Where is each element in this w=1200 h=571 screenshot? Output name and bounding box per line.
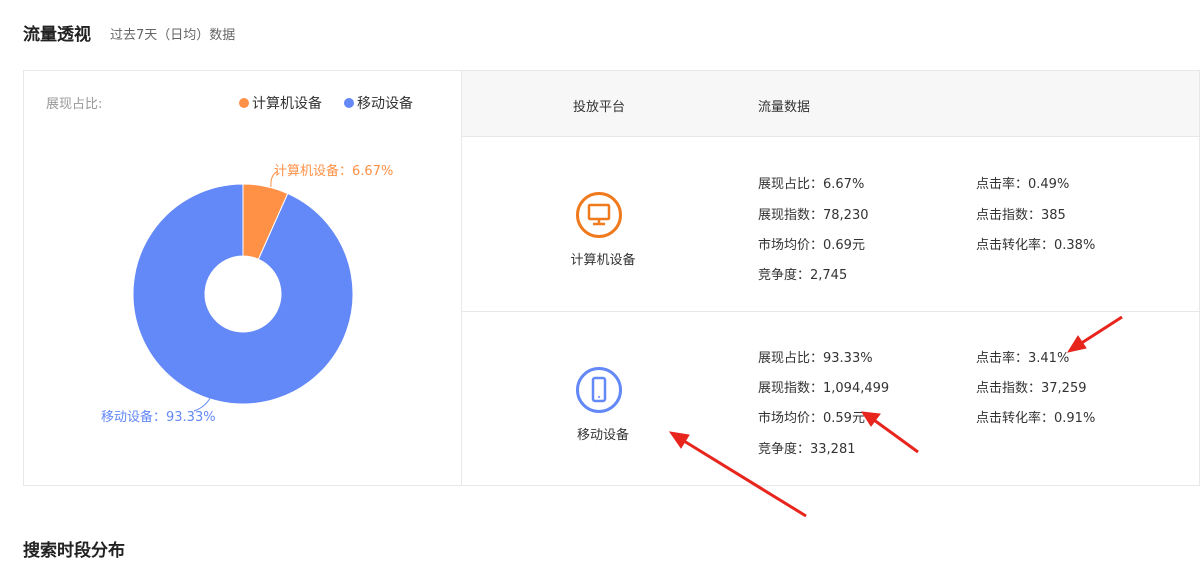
platform-name: 移动设备: [576, 428, 629, 443]
page-title: 流量透视: [23, 25, 91, 45]
monitor-icon: [576, 192, 622, 238]
metric: 点击指数：37,259: [976, 381, 1087, 396]
table-row: 计算机设备 展现占比：6.67% 展现指数：78,230 市场均价：0.69元 …: [462, 137, 1199, 312]
pie-label-mobile: 移动设备：93.33%: [101, 409, 216, 425]
table-row: 移动设备 展现占比：93.33% 展现指数：1,094,499 市场均价：0.5…: [462, 312, 1199, 486]
metric: 竞争度：2,745: [758, 268, 848, 283]
platform-name: 计算机设备: [570, 253, 636, 268]
table-header: 投放平台 流量数据: [462, 71, 1199, 137]
pie-slice-mobile[interactable]: [132, 183, 354, 405]
metric: 市场均价：0.59元: [758, 411, 865, 426]
metric: 点击指数：385: [976, 208, 1066, 223]
metric: 展现占比：6.67%: [758, 177, 865, 192]
page-subtitle: 过去7天（日均）数据: [110, 28, 236, 43]
metric: 点击率：0.49%: [976, 177, 1070, 192]
header-platform: 投放平台: [573, 100, 626, 115]
pie-label-pc: 计算机设备：6.67%: [274, 163, 393, 179]
phone-icon: [576, 367, 622, 413]
metric: 点击率：3.41%: [976, 351, 1070, 366]
metric: 点击转化率：0.38%: [976, 238, 1096, 253]
metric: 展现占比：93.33%: [758, 351, 873, 366]
header-traffic: 流量数据: [758, 100, 811, 115]
metric: 竞争度：33,281: [758, 442, 856, 457]
section-title-hourly: 搜索时段分布: [23, 541, 125, 561]
metric: 展现指数：78,230: [758, 208, 869, 223]
metric: 市场均价：0.69元: [758, 238, 865, 253]
traffic-card: 展现占比: 计算机设备 移动设备 计算机设备：6.67% 移动设备：93.33%…: [23, 70, 1200, 486]
metric: 点击转化率：0.91%: [976, 411, 1096, 426]
donut-chart: 计算机设备：6.67% 移动设备：93.33%: [101, 163, 393, 425]
share-panel: 展现占比: 计算机设备 移动设备 计算机设备：6.67% 移动设备：93.33%: [24, 71, 462, 485]
metric: 展现指数：1,094,499: [758, 381, 890, 396]
